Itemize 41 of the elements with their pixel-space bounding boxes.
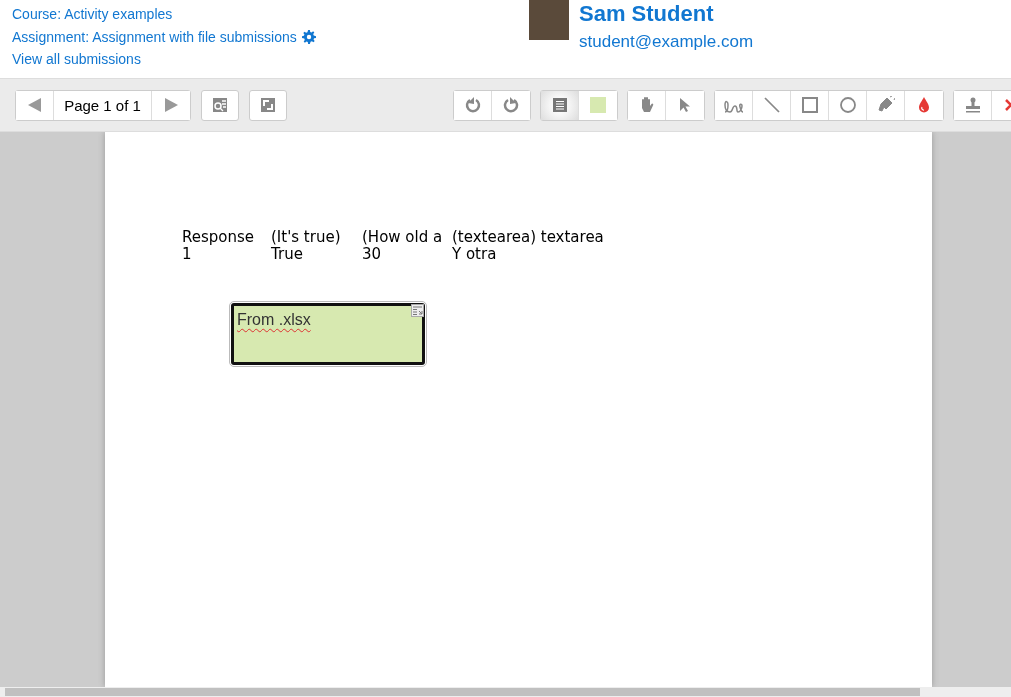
document-text: Y otra (452, 246, 497, 263)
document-text: (It's true) (271, 229, 342, 246)
horizontal-scrollbar[interactable] (0, 687, 1011, 697)
previous-page-button[interactable] (16, 90, 54, 120)
search-list-icon (212, 97, 228, 113)
search-comments-button[interactable] (201, 89, 239, 121)
rotate-left-icon (463, 96, 482, 114)
avatar-photo-placeholder (529, 0, 569, 40)
drop-icon (918, 97, 930, 113)
pen-tool-button[interactable] (715, 90, 753, 120)
stamp-tool-button[interactable] (954, 90, 992, 120)
pointer-icon (678, 97, 692, 113)
breadcrumb-link[interactable]: View all submissions (12, 51, 141, 68)
highlighter-icon (876, 96, 895, 114)
stamp-icon (963, 97, 982, 113)
comment-tool-button[interactable] (541, 90, 579, 120)
rotate-left-tool-button[interactable] (454, 90, 492, 120)
right-triangle-icon (163, 97, 179, 113)
document-text: True (271, 246, 304, 263)
comment-text: From .xlsx (237, 311, 311, 329)
document-text: 1 (182, 246, 193, 263)
breadcrumb-link[interactable]: Course: Activity examples (12, 6, 173, 23)
document-text: (How old a (362, 229, 444, 246)
expand-icon (260, 97, 276, 113)
document-text: Response (182, 229, 256, 246)
left-triangle-icon (26, 97, 43, 113)
user-name[interactable]: Sam Student (579, 0, 754, 28)
comment-note[interactable]: From .xlsx (231, 303, 425, 365)
settings-icon[interactable] (301, 29, 316, 44)
breadcrumb-link[interactable]: Assignment: Assignment with file submissions (12, 28, 297, 45)
document-text: (textearea) textarea (452, 229, 604, 246)
pan-tool-button[interactable] (628, 90, 666, 120)
comment-icon (551, 97, 568, 113)
document-text: 30 (362, 246, 383, 263)
circle-icon (839, 97, 856, 113)
expand-button[interactable] (249, 89, 287, 121)
comment-menu-icon[interactable] (411, 304, 424, 317)
line-icon (763, 97, 780, 113)
user-email: student@example.com (579, 31, 754, 53)
rotate-right-icon (502, 96, 520, 114)
rectangle-icon (801, 97, 818, 113)
